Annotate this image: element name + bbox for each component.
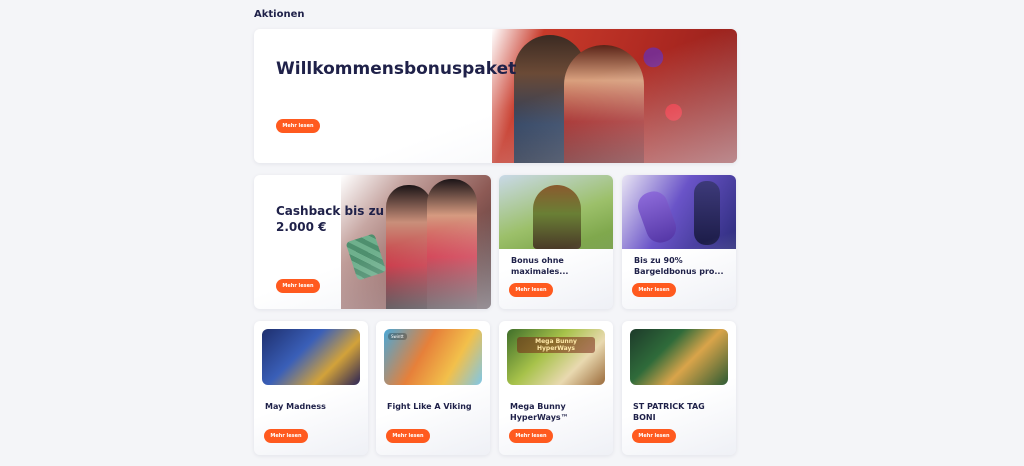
character-image — [694, 181, 720, 245]
read-more-button[interactable]: Mehr lesen — [632, 429, 676, 443]
promo-title: Mega Bunny HyperWays™ — [510, 402, 569, 422]
game-thumbnail: Mega Bunny HyperWays — [507, 329, 605, 385]
promo-card-fight-like-a-viking[interactable]: Swintt Fight Like A Viking Mehr lesen — [376, 321, 490, 455]
read-more-button[interactable]: Mehr lesen — [632, 283, 676, 297]
promo-title: ST PATRICK TAG BONI — [633, 402, 705, 422]
read-more-button[interactable]: Mehr lesen — [264, 429, 308, 443]
promo-card-may-madness[interactable]: May Madness Mehr lesen — [254, 321, 368, 455]
money-image — [345, 233, 387, 281]
read-more-button[interactable]: Mehr lesen — [276, 119, 320, 133]
promo-title: Cashback bis zu 2.000 € — [276, 204, 385, 234]
promo-image: ● ● — [492, 29, 737, 163]
promo-image — [499, 175, 613, 249]
promo-card-no-max-bonus[interactable]: Bonus ohne maximales... Mehr lesen — [499, 175, 613, 309]
grapes-icon: ● — [642, 41, 665, 71]
promo-title: Willkommensbonuspaket — [276, 59, 517, 79]
section-title: Aktionen — [254, 9, 305, 20]
game-thumbnail: Swintt — [384, 329, 482, 385]
promo-title: Bonus ohne maximales... — [511, 256, 569, 276]
game-logo: Mega Bunny HyperWays — [517, 337, 595, 353]
promo-card-welcome-bonus[interactable]: Willkommensbonuspaket Mehr lesen ● ● — [254, 29, 737, 163]
promo-title: Bis zu 90% Bargeldbonus pro... — [634, 256, 724, 276]
promo-title: May Madness — [265, 402, 326, 411]
character-image — [386, 185, 432, 309]
read-more-button[interactable]: Mehr lesen — [386, 429, 430, 443]
game-thumbnail — [630, 329, 728, 385]
promo-card-cash-bonus[interactable]: Bis zu 90% Bargeldbonus pro... Mehr lese… — [622, 175, 736, 309]
promo-image — [622, 175, 736, 249]
character-image — [634, 187, 680, 247]
promo-card-mega-bunny[interactable]: Mega Bunny HyperWays Mega Bunny HyperWay… — [499, 321, 613, 455]
character-image — [533, 185, 581, 249]
game-thumbnail — [262, 329, 360, 385]
read-more-button[interactable]: Mehr lesen — [509, 283, 553, 297]
promo-image — [341, 175, 491, 309]
read-more-button[interactable]: Mehr lesen — [276, 279, 320, 293]
character-image — [427, 179, 477, 309]
promo-card-st-patrick[interactable]: ST PATRICK TAG BONI Mehr lesen — [622, 321, 736, 455]
character-image — [564, 45, 644, 163]
provider-badge: Swintt — [388, 333, 407, 340]
cherries-icon: ● — [664, 99, 684, 124]
promo-title: Fight Like A Viking — [387, 402, 472, 411]
promo-card-cashback[interactable]: Cashback bis zu 2.000 € Mehr lesen — [254, 175, 491, 309]
read-more-button[interactable]: Mehr lesen — [509, 429, 553, 443]
